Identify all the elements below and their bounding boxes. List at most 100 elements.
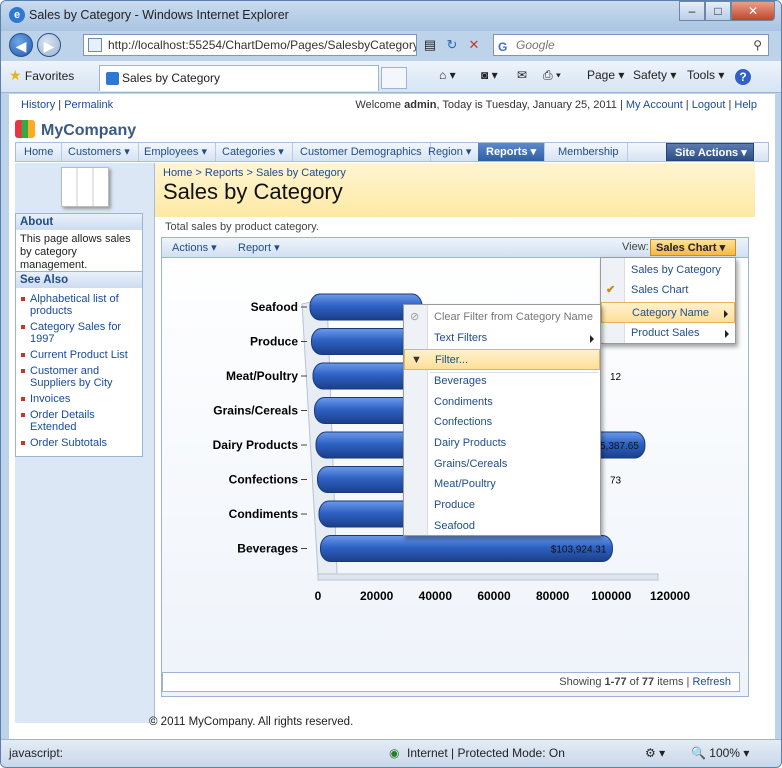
search-input[interactable]: G Google ⚲ <box>493 34 769 56</box>
see-also-link[interactable]: Order Details Extended <box>20 409 138 433</box>
about-title: About <box>16 214 142 230</box>
x-tick-label: 60000 <box>477 589 511 603</box>
site-actions-button[interactable]: Site Actions ▾ <box>666 143 754 161</box>
logout-link[interactable]: Logout <box>692 99 726 111</box>
minimize-button[interactable]: – <box>679 1 705 21</box>
search-icon[interactable]: ⚲ <box>753 35 762 55</box>
breadcrumb-reports[interactable]: Reports <box>205 167 244 179</box>
data-label-partial: 12 <box>610 372 622 383</box>
tab-title: Sales by Category <box>122 71 221 85</box>
brand-logo[interactable]: MyCompany <box>15 120 136 140</box>
filter-value-item[interactable]: Meat/Poultry <box>404 474 600 495</box>
see-also-link[interactable]: Invoices <box>20 393 138 405</box>
breadcrumb-current: Sales by Category <box>256 167 346 179</box>
filter-value-item[interactable]: Condiments <box>404 392 600 413</box>
close-button[interactable]: ✕ <box>731 1 775 21</box>
pager-showing: Showing <box>559 676 602 688</box>
filter-value-item[interactable]: Confections <box>404 412 600 433</box>
view-selector[interactable]: Sales Chart ▾ <box>650 239 736 256</box>
filter-value-item[interactable]: Seafood <box>404 516 600 537</box>
filter-value-item[interactable]: Dairy Products <box>404 433 600 454</box>
text-filters-item[interactable]: Text Filters <box>404 328 600 349</box>
compat-view-icon[interactable]: ▤ <box>421 36 439 54</box>
tools-menu-label: Tools <box>687 68 716 82</box>
safety-menu[interactable]: Safety ▾ <box>633 68 676 82</box>
view-label: View: <box>622 241 649 253</box>
menu-customer-demographics[interactable]: Customer Demographics <box>292 143 431 161</box>
page-menu-label: Page <box>587 68 616 82</box>
favorites-label: Favorites <box>24 69 75 83</box>
title-bar: e Sales by Category - Windows Internet E… <box>1 1 781 31</box>
favorites-button[interactable]: ★ Favorites <box>9 67 74 84</box>
pager: Showing 1-77 of 77 items | Refresh <box>162 672 740 692</box>
address-text: http://localhost:55254/ChartDemo/Pages/S… <box>108 38 417 52</box>
report-menu[interactable]: Report ▾ <box>238 241 280 254</box>
brand-name: MyCompany <box>41 122 137 139</box>
menu-home[interactable]: Home <box>16 143 63 161</box>
mail-icon[interactable]: ✉ <box>517 68 527 82</box>
menu-employees[interactable]: Employees ▾ <box>136 143 216 161</box>
stop-icon[interactable]: ✕ <box>465 36 483 54</box>
help-icon[interactable]: ? <box>735 69 751 85</box>
filter-value-item[interactable]: Grains/Cereals <box>404 454 600 475</box>
menu-customers[interactable]: Customers ▾ <box>60 143 139 161</box>
actions-menu[interactable]: Actions ▾ <box>172 241 217 254</box>
logo-icon <box>15 120 35 138</box>
view-option-product-sales[interactable]: Product Sales <box>601 323 735 344</box>
see-also-link[interactable]: Customer and Suppliers by City <box>20 365 138 389</box>
view-option-category-name[interactable]: Category Name <box>601 302 735 323</box>
filter-item[interactable]: ▼ Filter... <box>404 349 600 370</box>
menu-reports[interactable]: Reports ▾ <box>478 143 546 161</box>
new-tab-button[interactable] <box>381 67 407 89</box>
navigation-bar: ◀ ▶ http://localhost:55254/ChartDemo/Pag… <box>1 31 781 61</box>
back-icon[interactable]: ◀ <box>9 33 33 57</box>
feeds-icon[interactable]: ◙ ▾ <box>481 68 498 82</box>
view-option-sales-chart[interactable]: ✔ Sales Chart <box>601 280 735 301</box>
category-label: Confections <box>229 473 299 487</box>
x-tick-label: 120000 <box>650 589 690 603</box>
zoom-control[interactable]: 🔍 100% ▾ <box>691 746 749 760</box>
breadcrumb-separator: > <box>195 167 202 179</box>
status-bar: javascript: ◉ Internet | Protected Mode:… <box>1 739 781 767</box>
help-link[interactable]: Help <box>734 99 757 111</box>
my-account-link[interactable]: My Account <box>626 99 683 111</box>
history-link[interactable]: History <box>21 99 55 111</box>
menu-region[interactable]: Region ▾ <box>420 143 481 161</box>
view-option-sales-by-category[interactable]: Sales by Category <box>601 260 735 281</box>
see-also-link[interactable]: Current Product List <box>20 349 138 361</box>
clear-filter-item[interactable]: ⊘ Clear Filter from Category Name <box>404 307 600 328</box>
see-also-link[interactable]: Category Sales for 1997 <box>20 321 138 345</box>
category-label: Grains/Cereals <box>213 404 298 418</box>
checkmark-icon: ✔ <box>606 284 616 296</box>
category-label: Meat/Poultry <box>226 369 298 383</box>
filter-value-item[interactable]: Produce <box>404 495 600 516</box>
filter-value-item[interactable]: Beverages <box>404 371 600 392</box>
page-title: Sales by Category <box>163 179 343 204</box>
refresh-link[interactable]: Refresh <box>692 676 731 688</box>
see-also-link[interactable]: Order Subtotals <box>20 437 138 449</box>
date-text: , Today is Tuesday, January 25, 2011 | <box>436 99 623 111</box>
refresh-icon[interactable]: ↻ <box>443 36 461 54</box>
maximize-button[interactable]: □ <box>705 1 731 21</box>
category-label: Dairy Products <box>213 438 299 452</box>
page-icon <box>88 38 102 52</box>
forward-icon[interactable]: ▶ <box>37 33 61 57</box>
tools-menu[interactable]: Tools ▾ <box>687 68 724 82</box>
address-bar[interactable]: http://localhost:55254/ChartDemo/Pages/S… <box>83 34 417 56</box>
page-menu[interactable]: Page ▾ <box>587 68 624 82</box>
safety-menu-label: Safety <box>633 68 668 82</box>
category-label: Produce <box>250 335 298 349</box>
home-icon[interactable]: ⌂ ▾ <box>439 68 456 82</box>
status-text: javascript: <box>9 746 64 760</box>
see-also-link[interactable]: Alphabetical list of products <box>20 293 138 317</box>
print-icon[interactable]: ⎙ ▾ <box>543 68 561 83</box>
security-icon[interactable]: ⚙ ▾ <box>645 746 665 760</box>
menu-categories[interactable]: Categories ▾ <box>214 143 293 161</box>
browser-tab[interactable]: Sales by Category <box>99 65 379 91</box>
pager-total: 77 <box>641 676 655 688</box>
permalink-link[interactable]: Permalink <box>64 99 113 111</box>
menu-membership[interactable]: Membership <box>550 143 628 161</box>
breadcrumb-home[interactable]: Home <box>163 167 192 179</box>
footer: © 2011 MyCompany. All rights reserved. <box>149 716 354 728</box>
star-icon: ★ <box>9 67 22 83</box>
